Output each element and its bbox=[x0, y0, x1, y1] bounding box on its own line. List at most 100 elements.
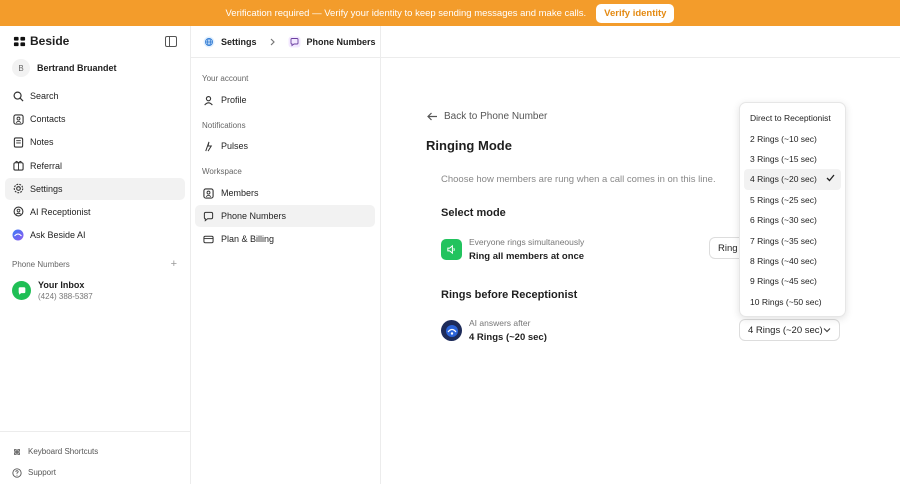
workspace-heading: Workspace bbox=[202, 167, 242, 176]
add-phone-number-button[interactable]: + bbox=[171, 259, 177, 270]
notifications-heading: Notifications bbox=[202, 121, 246, 130]
settings-item-label: Phone Numbers bbox=[221, 211, 287, 221]
sidebar-toggle-icon[interactable] bbox=[165, 36, 177, 50]
settings-item-members[interactable]: Members bbox=[195, 182, 375, 204]
ai-summary: AI answers after 4 Rings (~20 sec) bbox=[441, 318, 547, 343]
sidebar-item-label: Settings bbox=[30, 183, 63, 194]
option-label: 7 Rings (~35 sec) bbox=[750, 235, 817, 246]
dropdown-option-selected[interactable]: 4 Rings (~20 sec) bbox=[744, 169, 841, 190]
option-label: 6 Rings (~30 sec) bbox=[750, 215, 817, 226]
dropdown-option[interactable]: 7 Rings (~35 sec) bbox=[744, 230, 841, 250]
ai-line1: AI answers after bbox=[469, 318, 531, 328]
brand-logo[interactable]: Beside bbox=[13, 34, 69, 48]
settings-item-label: Members bbox=[221, 188, 259, 198]
credit-card-icon bbox=[203, 234, 214, 245]
pulse-icon bbox=[203, 141, 214, 152]
sidebar-item-label: Referral bbox=[30, 160, 63, 171]
page-description: Choose how members are rung when a call … bbox=[441, 174, 716, 185]
speaker-icon bbox=[441, 239, 462, 260]
sidebar-item-notes[interactable]: Notes bbox=[5, 131, 185, 153]
rings-before-receptionist-heading: Rings before Receptionist bbox=[441, 289, 578, 301]
settings-item-profile[interactable]: Profile bbox=[195, 89, 375, 111]
user-icon bbox=[203, 95, 214, 106]
breadcrumb: Settings Phone Numbers bbox=[191, 26, 900, 58]
chat-bubble-icon bbox=[203, 211, 214, 222]
sidebar-item-label: Notes bbox=[30, 137, 54, 148]
breadcrumb-phone-numbers[interactable]: Phone Numbers bbox=[288, 36, 376, 48]
chat-bubble-icon bbox=[12, 281, 31, 300]
support-label: Support bbox=[28, 468, 57, 477]
phone-numbers-section: Phone Numbers + bbox=[12, 259, 177, 270]
sidebar-item-referral[interactable]: Referral bbox=[5, 155, 185, 177]
beside-logo-icon bbox=[13, 36, 26, 46]
dropdown-option[interactable]: 10 Rings (~50 sec) bbox=[744, 292, 841, 312]
banner-message: Verification required — Verify your iden… bbox=[225, 7, 587, 19]
option-label: 2 Rings (~10 sec) bbox=[750, 133, 817, 144]
sidebar: Beside B Bertrand Bruandet Search Contac… bbox=[0, 26, 191, 484]
receptionist-icon bbox=[12, 206, 24, 218]
sidebar-item-settings[interactable]: Settings bbox=[5, 177, 185, 200]
settings-item-phone-numbers[interactable]: Phone Numbers bbox=[195, 205, 375, 227]
option-label: 3 Rings (~15 sec) bbox=[750, 153, 817, 164]
arrow-left-icon bbox=[427, 112, 438, 121]
dropdown-option[interactable]: 5 Rings (~25 sec) bbox=[744, 190, 841, 210]
gear-icon bbox=[12, 183, 24, 195]
ai-line2: 4 Rings (~20 sec) bbox=[469, 332, 547, 343]
breadcrumb-phone-numbers-label: Phone Numbers bbox=[306, 36, 376, 47]
rings-dropdown-menu: Direct to Receptionist 2 Rings (~10 sec)… bbox=[739, 102, 846, 317]
referral-icon bbox=[12, 160, 24, 172]
option-label: 10 Rings (~50 sec) bbox=[750, 296, 822, 307]
select-mode-heading: Select mode bbox=[441, 207, 506, 219]
support-link[interactable]: Support bbox=[0, 462, 190, 483]
phone-numbers-heading: Phone Numbers bbox=[12, 260, 70, 269]
rings-select[interactable]: 4 Rings (~20 sec) bbox=[739, 319, 840, 341]
search-icon bbox=[12, 90, 24, 102]
sidebar-item-contacts[interactable]: Contacts bbox=[5, 108, 185, 130]
keyboard-icon bbox=[12, 447, 22, 457]
breadcrumb-settings[interactable]: Settings bbox=[203, 36, 257, 48]
ai-receptionist-avatar-icon bbox=[441, 320, 462, 341]
dropdown-option[interactable]: 6 Rings (~30 sec) bbox=[744, 210, 841, 230]
dropdown-option[interactable]: 8 Rings (~40 sec) bbox=[744, 251, 841, 271]
dropdown-option[interactable]: 2 Rings (~10 sec) bbox=[744, 128, 841, 148]
settings-item-label: Plan & Billing bbox=[221, 234, 275, 244]
sidebar-footer: Keyboard Shortcuts Support bbox=[0, 431, 190, 483]
sidebar-item-ask-beside-ai[interactable]: Ask Beside AI bbox=[5, 224, 185, 246]
settings-item-pulses[interactable]: Pulses bbox=[195, 135, 375, 157]
help-icon bbox=[12, 467, 22, 478]
chevron-right-icon bbox=[269, 38, 276, 46]
rings-select-value: 4 Rings (~20 sec) bbox=[748, 324, 823, 336]
inbox-title: Your Inbox bbox=[38, 280, 85, 290]
avatar: B bbox=[12, 59, 30, 77]
keyboard-shortcuts-label: Keyboard Shortcuts bbox=[28, 447, 99, 456]
breadcrumb-settings-label: Settings bbox=[221, 36, 257, 47]
option-label: 9 Rings (~45 sec) bbox=[750, 276, 817, 287]
sidebar-item-label: Contacts bbox=[30, 114, 66, 125]
inbox-item[interactable]: Your Inbox (424) 388-5387 bbox=[12, 280, 93, 301]
checkmark-icon bbox=[826, 174, 835, 184]
keyboard-shortcuts-link[interactable]: Keyboard Shortcuts bbox=[0, 441, 190, 462]
verify-identity-button[interactable]: Verify identity bbox=[596, 3, 675, 23]
back-label: Back to Phone Number bbox=[444, 111, 548, 122]
chat-bubble-icon bbox=[288, 36, 301, 48]
sidebar-item-label: Search bbox=[30, 91, 59, 101]
brand-name: Beside bbox=[30, 34, 70, 48]
option-label: Direct to Receptionist bbox=[750, 113, 831, 124]
members-icon bbox=[203, 187, 214, 199]
settings-item-plan-billing[interactable]: Plan & Billing bbox=[195, 228, 375, 250]
notes-icon bbox=[12, 136, 24, 148]
dropdown-option[interactable]: 3 Rings (~15 sec) bbox=[744, 149, 841, 169]
user-profile[interactable]: B Bertrand Bruandet bbox=[12, 59, 117, 77]
dropdown-option[interactable]: Direct to Receptionist bbox=[744, 108, 841, 128]
sidebar-item-search[interactable]: Search bbox=[5, 85, 185, 107]
user-name: Bertrand Bruandet bbox=[37, 63, 117, 73]
mode-line2: Ring all members at once bbox=[469, 251, 585, 262]
sidebar-item-ai-receptionist[interactable]: AI Receptionist bbox=[5, 201, 185, 223]
back-to-phone-number-link[interactable]: Back to Phone Number bbox=[427, 111, 547, 122]
dropdown-option[interactable]: 9 Rings (~45 sec) bbox=[744, 271, 841, 291]
sidebar-item-label: Ask Beside AI bbox=[30, 230, 86, 241]
globe-icon bbox=[203, 36, 215, 48]
account-heading: Your account bbox=[202, 74, 249, 83]
settings-item-label: Pulses bbox=[221, 141, 249, 151]
option-label: 4 Rings (~20 sec) bbox=[750, 174, 817, 185]
